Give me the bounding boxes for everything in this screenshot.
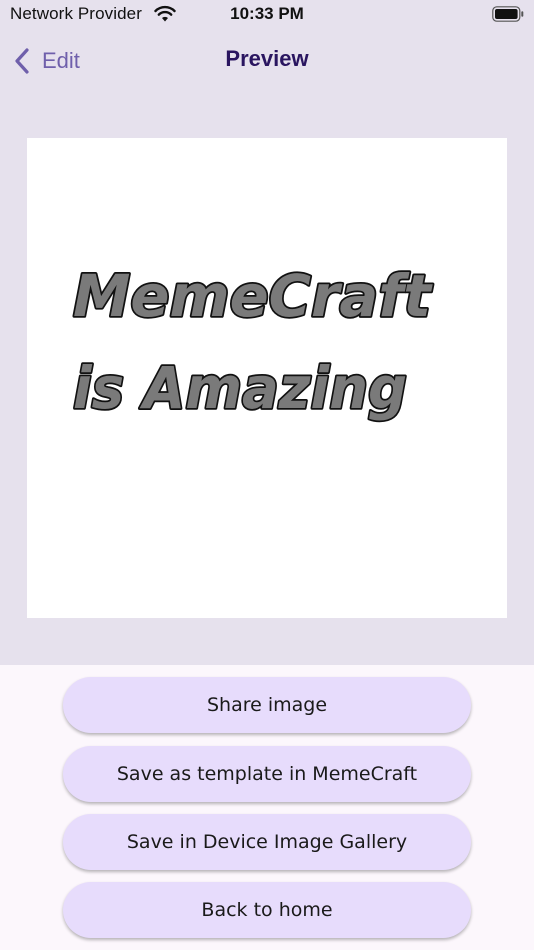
- meme-preview-image: MemeCraft is Amazing: [27, 138, 507, 618]
- carrier-label: Network Provider: [10, 4, 142, 23]
- wifi-icon: [154, 5, 176, 22]
- save-to-gallery-button[interactable]: Save in Device Image Gallery: [63, 814, 471, 870]
- back-button-label: Edit: [42, 48, 80, 73]
- meme-caption-line-1: MemeCraft: [73, 262, 433, 330]
- meme-caption-line-2: is Amazing: [73, 354, 407, 422]
- meme-caption: MemeCraft is Amazing: [71, 260, 435, 424]
- back-button[interactable]: Edit: [12, 44, 80, 78]
- share-image-button[interactable]: Share image: [63, 677, 471, 733]
- status-bar: Network Provider 10:33 PM: [0, 0, 534, 32]
- battery-icon: [492, 6, 524, 22]
- back-to-home-button[interactable]: Back to home: [63, 882, 471, 938]
- save-as-template-button[interactable]: Save as template in MemeCraft: [63, 746, 471, 802]
- chevron-left-icon: [15, 48, 29, 74]
- page-title: Preview: [225, 46, 309, 71]
- clock: 10:33 PM: [230, 4, 304, 23]
- navigation-bar: Edit Preview: [0, 40, 534, 84]
